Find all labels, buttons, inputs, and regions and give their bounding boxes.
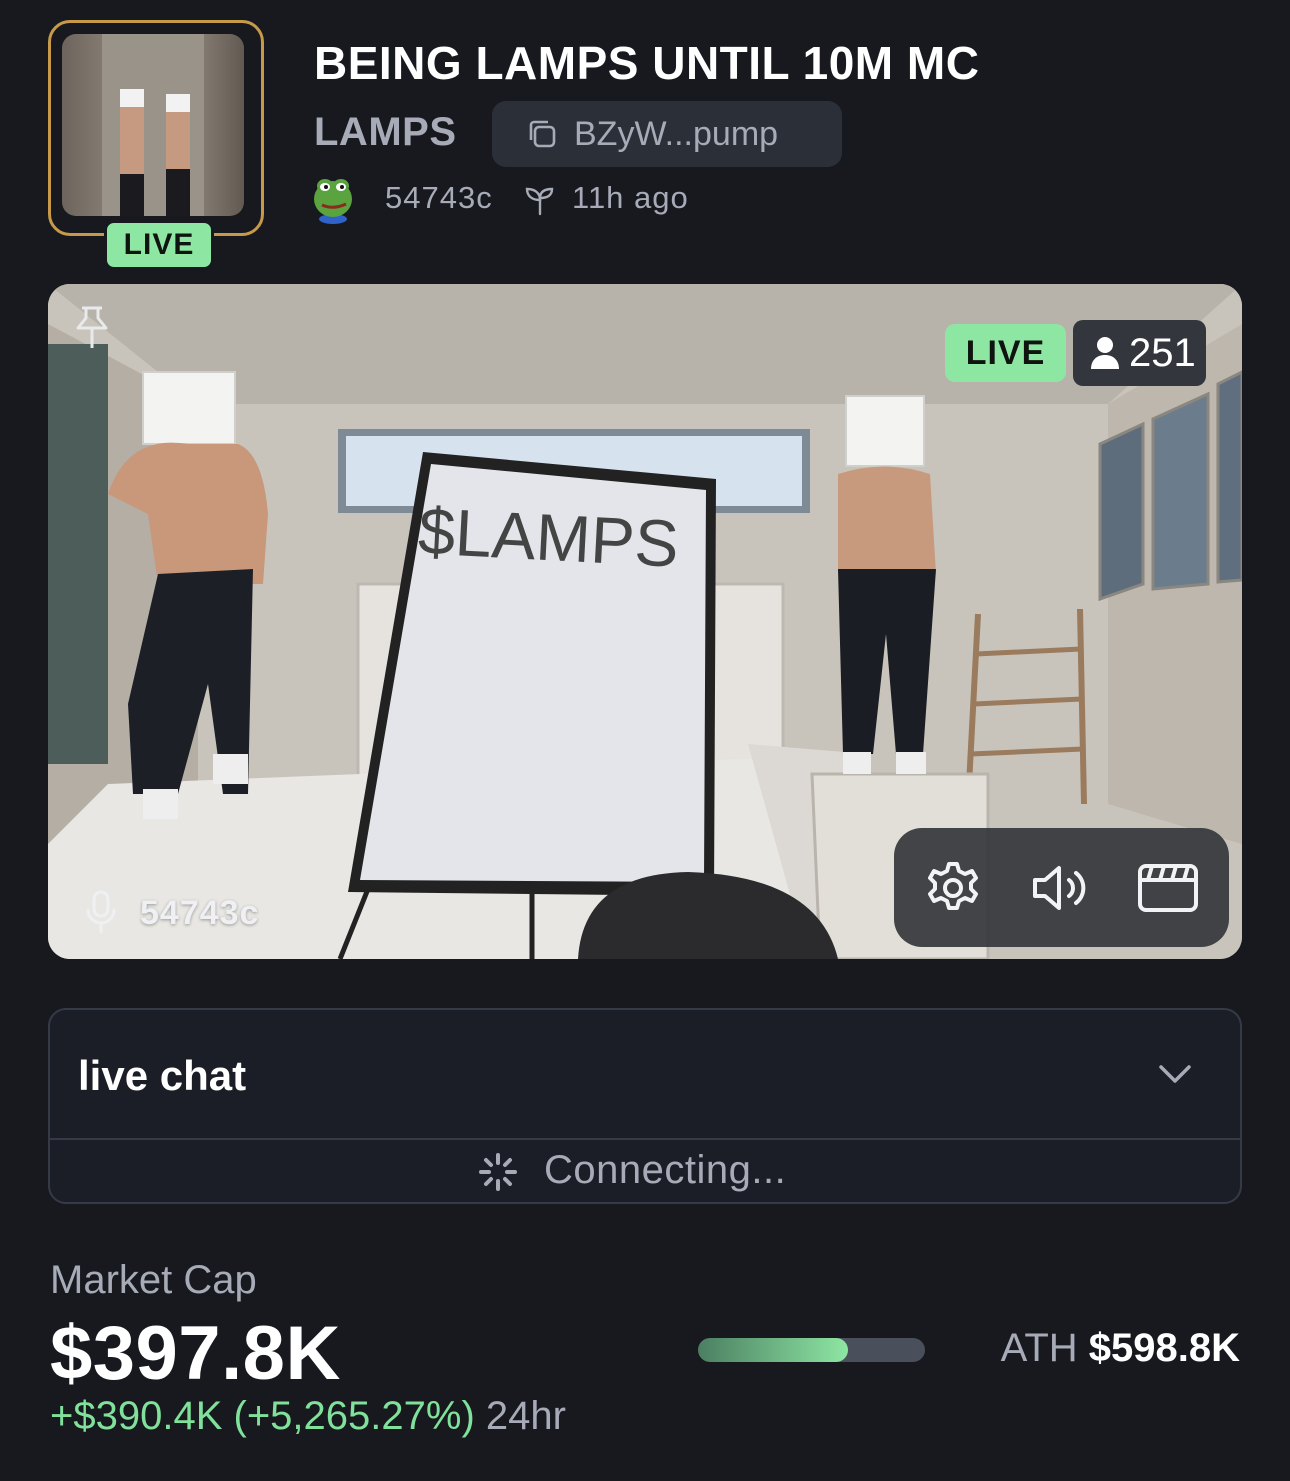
creator-avatar[interactable] [310, 172, 356, 224]
loading-spinner-icon [479, 1153, 517, 1191]
microphone-icon [86, 890, 116, 934]
gear-icon [928, 862, 978, 910]
pin-icon[interactable] [72, 304, 112, 352]
chat-connection-status: Connecting... [50, 1140, 1240, 1202]
stream-title: BEING LAMPS UNTIL 10M MC [314, 37, 980, 89]
thumbnail-live-badge: LIVE [104, 220, 214, 270]
clapperboard-icon [1138, 864, 1198, 912]
volume-icon [1033, 866, 1086, 910]
creator-name[interactable]: 54743c [385, 180, 493, 216]
live-badge: LIVE [945, 324, 1066, 382]
ath-progress-fill [698, 1338, 848, 1362]
contract-address: BZyW...pump [574, 115, 779, 153]
player-controls [894, 828, 1229, 947]
volume-button[interactable] [1029, 858, 1093, 918]
settings-button[interactable] [921, 858, 985, 918]
live-chat-header[interactable]: live chat [50, 1010, 1240, 1140]
ath-progress-bar [698, 1338, 925, 1362]
sprout-icon [525, 187, 554, 216]
copy-icon [529, 120, 556, 148]
market-cap-label: Market Cap [50, 1258, 257, 1302]
market-cap-change: +$390.4K (+5,265.27%) 24hr [50, 1394, 566, 1439]
market-cap-value: $397.8K [50, 1311, 341, 1396]
whiteboard-text: $LAMPS [417, 493, 681, 581]
market-cap-period: 24hr [485, 1394, 566, 1438]
token-ticker: LAMPS [314, 110, 457, 154]
speaker-name: 54743c [140, 894, 260, 932]
live-chat-title: live chat [78, 1052, 247, 1099]
chevron-down-icon[interactable] [1158, 1060, 1192, 1088]
stream-thumbnail[interactable]: LIVE [48, 20, 264, 270]
connecting-text: Connecting... [544, 1148, 787, 1192]
video-player[interactable]: $LAMPS LIVE 251 54743c [48, 284, 1242, 959]
created-time: 11h ago [572, 180, 689, 215]
market-cap-change-value: +$390.4K (+5,265.27%) [50, 1394, 475, 1438]
live-chat-panel: live chat Connecting... [48, 1008, 1242, 1204]
viewer-count: 251 [1129, 331, 1196, 375]
contract-address-copy-button[interactable]: BZyW...pump [492, 101, 842, 167]
ath-value: $598.8K [1088, 1326, 1240, 1370]
ath-label: ATH [1000, 1326, 1078, 1370]
theater-mode-button[interactable] [1136, 858, 1200, 918]
thumbnail-image [62, 34, 244, 216]
user-icon [1091, 337, 1119, 369]
ath-display: ATH $598.8K [1001, 1326, 1240, 1371]
viewer-count-badge: 251 [1073, 320, 1206, 386]
